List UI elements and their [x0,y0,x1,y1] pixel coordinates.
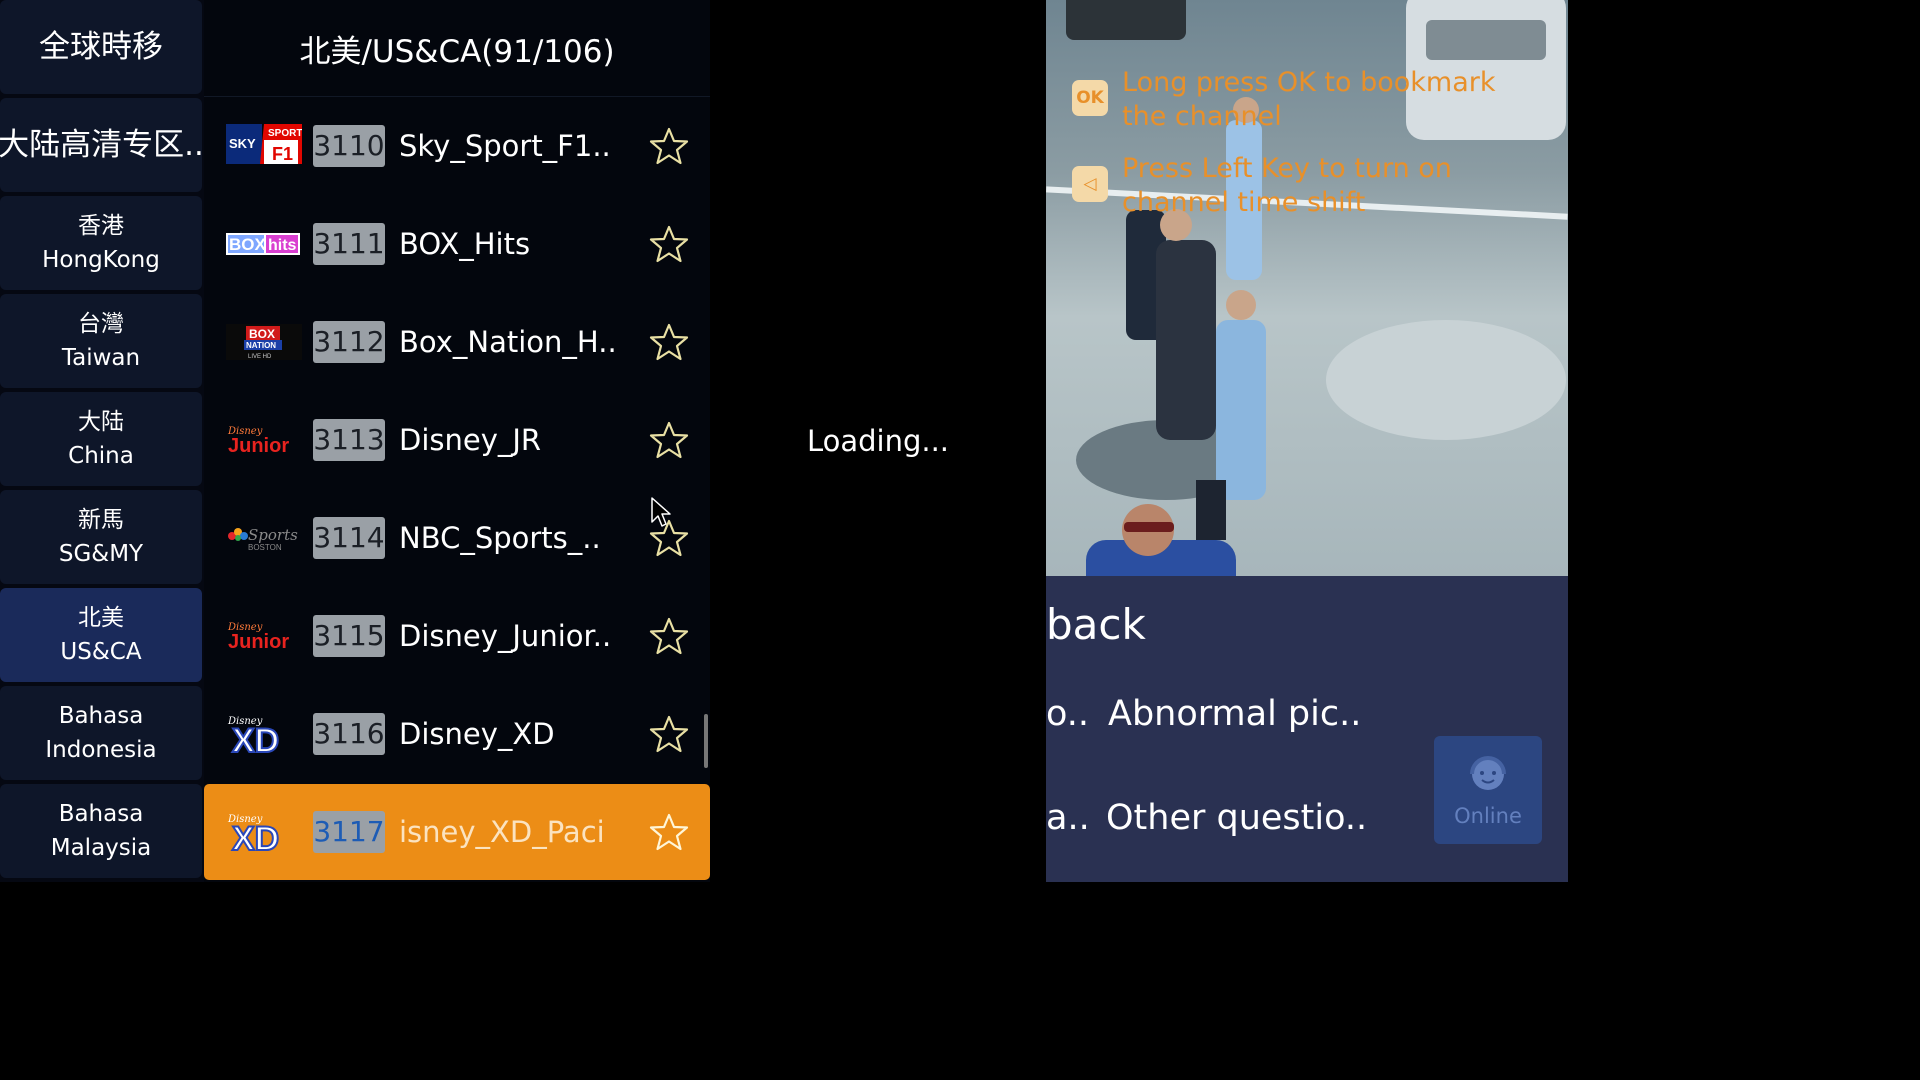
disney-xd-logo: Disney XD [226,810,302,854]
channel-number: 3112 [313,321,385,363]
feedback-title: back [1046,600,1146,649]
channel-name: BOX_Hits [399,227,531,261]
svg-text:hits: hits [268,237,297,254]
category-sublabel: Malaysia [50,835,152,861]
channel-row[interactable]: SKY SPORT F1 3110 Sky_Sport_F1.. [204,98,710,194]
feedback-option-prefix[interactable]: o.. [1046,694,1089,734]
feedback-option-prefix[interactable]: a.. [1046,798,1090,838]
channel-number: 3113 [313,419,385,461]
star-icon[interactable] [649,812,689,852]
star-icon[interactable] [649,420,689,460]
channel-row[interactable]: Disney XD 3116 Disney_XD [204,686,710,782]
video-preview[interactable]: OK Long press OK to bookmark the channel… [1046,0,1568,576]
channel-number: 3110 [313,125,385,167]
channel-row[interactable]: BOX NATION LIVE HD 3112 Box_Nation_H.. [204,294,710,390]
category-label: 全球時移 [39,29,163,65]
category-label: 香港 [78,213,124,239]
svg-text:SKY: SKY [229,136,256,151]
channel-number: 3111 [313,223,385,265]
online-label: Online [1454,804,1522,828]
category-sublabel: China [68,443,134,469]
channel-row[interactable]: Sports BOSTON 3114 NBC_Sports_.. [204,490,710,586]
nbc-sports-boston-logo: Sports BOSTON [226,516,302,560]
svg-text:Junior: Junior [228,631,289,653]
loading-text: Loading... [806,424,950,458]
svg-text:LIVE HD: LIVE HD [248,354,272,360]
box-nation-logo: BOX NATION LIVE HD [226,320,302,364]
channel-name: Disney_Junior.. [399,619,612,653]
channel-number: 3116 [313,713,385,755]
channel-row[interactable]: Disney Junior 3113 Disney_JR [204,392,710,488]
bookmark-hint-text: Long press OK to bookmark the channel [1122,67,1496,132]
channel-row[interactable]: Disney Junior 3115 Disney_Junior.. [204,588,710,684]
channel-name: NBC_Sports_.. [399,521,601,555]
disney-xd-logo: Disney XD [226,712,302,756]
category-sublabel: HongKong [42,247,160,273]
svg-text:Junior: Junior [228,435,289,457]
channel-list-title: 北美/US&CA(91/106) [204,0,710,97]
online-support-button[interactable]: Online [1434,736,1542,844]
channel-list-panel: 北美/US&CA(91/106) SKY SPORT F1 3110 Sky_S… [204,0,710,882]
channel-name: Sky_Sport_F1.. [399,129,611,163]
svg-text:SPORT: SPORT [268,128,302,139]
svg-text:XD: XD [232,820,279,854]
list-scrollbar[interactable] [704,714,708,768]
disney-junior-logo: Disney Junior [226,614,302,658]
sky-sport-f1-logo: SKY SPORT F1 [226,124,302,168]
category-item-china[interactable]: 大陆 China [0,392,202,486]
category-item-sg-my[interactable]: 新馬 SG&MY [0,490,202,584]
category-label: 大陆 [78,409,124,435]
feedback-panel: back o.. Abnormal pic.. a.. Other questi… [1046,576,1568,882]
category-item-taiwan[interactable]: 台灣 Taiwan [0,294,202,388]
svg-text:NATION: NATION [246,341,276,350]
category-label: Bahasa [58,801,144,827]
channel-name: Box_Nation_H.. [399,325,617,359]
star-icon[interactable] [649,322,689,362]
category-sublabel: Taiwan [61,345,141,371]
channel-number: 3117 [313,811,385,853]
support-agent-icon [1470,756,1506,790]
svg-text:BOX: BOX [249,327,275,341]
box-hits-logo: BOX hits [226,222,302,266]
channel-name: isney_XD_Paci [399,815,605,849]
preview-loading-area: Loading... [710,0,1046,882]
svg-text:F1: F1 [272,144,293,164]
category-item-indonesia[interactable]: Bahasa Indonesia [0,686,202,780]
category-label: 新馬 [78,507,124,533]
svg-text:BOX: BOX [229,235,267,254]
svg-text:XD: XD [232,722,279,756]
feedback-option-abnormal-picture[interactable]: Abnormal pic.. [1108,694,1361,734]
category-item-us-ca[interactable]: 北美 US&CA [0,588,202,682]
channel-row-selected[interactable]: Disney XD 3117 isney_XD_Paci [204,784,710,880]
star-icon[interactable] [649,224,689,264]
timeshift-hint-text: Press Left Key to turn on channel time s… [1122,153,1452,218]
left-key-icon: ◁ [1072,166,1108,202]
channel-row[interactable]: BOX hits 3111 BOX_Hits [204,196,710,292]
category-item-hongkong[interactable]: 香港 HongKong [0,196,202,290]
category-sublabel: US&CA [60,639,142,665]
channel-number: 3115 [313,615,385,657]
category-label: 台灣 [78,311,124,337]
category-item-global-timeshift[interactable]: 全球時移 [0,0,202,94]
feedback-option-other-question[interactable]: Other questio.. [1106,798,1367,838]
category-sublabel: SG&MY [58,541,144,567]
category-sublabel: Indonesia [45,737,157,763]
category-label: Bahasa [58,703,144,729]
category-label: 北美 [78,605,124,631]
svg-text:Sports: Sports [248,526,298,544]
channel-name: Disney_JR [399,423,542,457]
category-item-mainland-hd[interactable]: 大陆高清专区.. [0,98,202,192]
category-item-malaysia[interactable]: Bahasa Malaysia [0,784,202,878]
disney-junior-logo: Disney Junior [226,418,302,462]
channel-name: Disney_XD [399,717,555,751]
channel-number: 3114 [313,517,385,559]
star-icon[interactable] [649,126,689,166]
mouse-cursor-icon [651,497,671,527]
ok-key-icon: OK [1072,80,1108,116]
svg-text:BOSTON: BOSTON [248,543,282,552]
star-icon[interactable] [649,714,689,754]
category-label: 大陆高清专区.. [0,127,202,163]
category-sidebar: 全球時移 大陆高清专区.. 香港 HongKong 台灣 Taiwan 大陆 C… [0,0,204,882]
star-icon[interactable] [649,616,689,656]
